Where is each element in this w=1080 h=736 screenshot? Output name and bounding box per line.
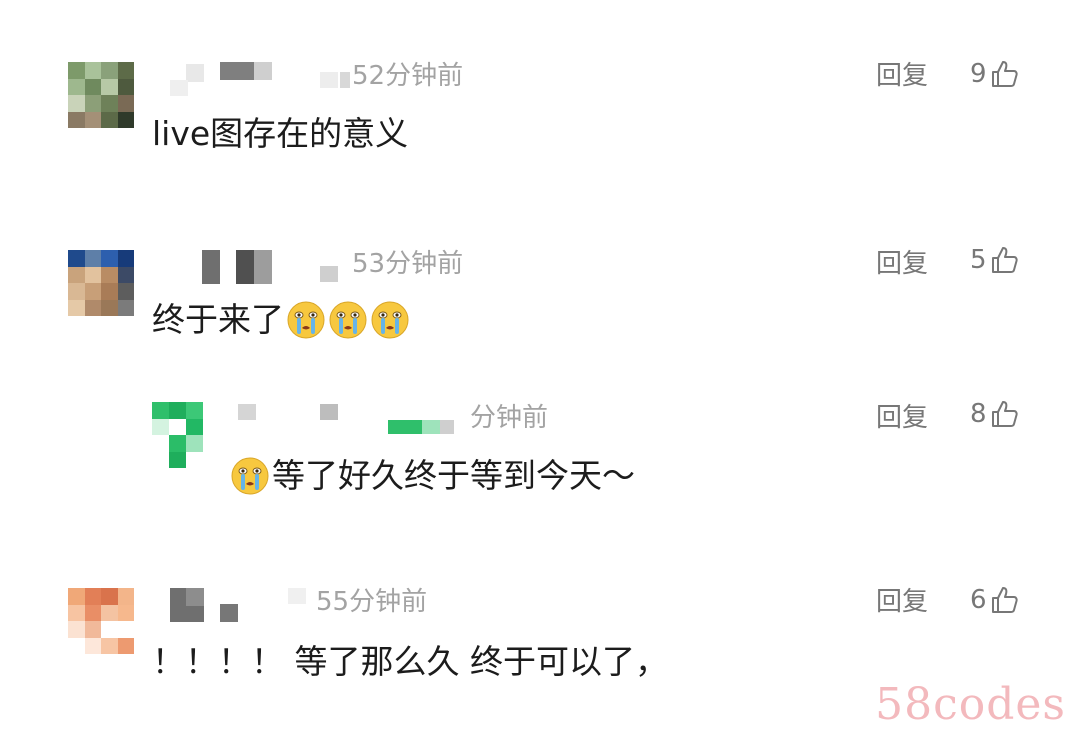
like-button[interactable]: 9 bbox=[970, 58, 1019, 90]
like-button[interactable]: 8 bbox=[970, 398, 1019, 430]
reply-button[interactable]: 回复 bbox=[876, 586, 928, 618]
username-mosaic[interactable] bbox=[150, 58, 350, 98]
loudly-crying-face-icon bbox=[231, 457, 269, 495]
comment-text: live图存在的意义 bbox=[152, 114, 409, 153]
like-count: 9 bbox=[970, 59, 987, 89]
thumbs-up-icon bbox=[991, 61, 1018, 87]
thumbs-up-icon bbox=[991, 247, 1018, 273]
reply-button[interactable]: 回复 bbox=[876, 248, 928, 280]
thumbs-up-icon bbox=[991, 401, 1018, 427]
like-count: 8 bbox=[970, 399, 987, 429]
reply-button[interactable]: 回复 bbox=[876, 60, 928, 92]
comment-text: 终于来了 bbox=[152, 300, 410, 340]
comment-text: ！！！！ 等了那么久 终于可以了， bbox=[152, 642, 668, 681]
avatar[interactable] bbox=[68, 250, 134, 316]
like-button[interactable]: 5 bbox=[970, 244, 1019, 276]
like-count: 6 bbox=[970, 585, 987, 615]
reply-button[interactable]: 回复 bbox=[876, 402, 928, 434]
username-mosaic[interactable] bbox=[150, 246, 350, 286]
avatar[interactable] bbox=[152, 402, 220, 468]
comment-time: 55分钟前 bbox=[316, 587, 428, 617]
like-button[interactable]: 6 bbox=[970, 584, 1019, 616]
watermark: 58codes bbox=[875, 679, 1066, 730]
comment-time: 52分钟前 bbox=[352, 61, 464, 91]
comment-time: 53分钟前 bbox=[352, 249, 464, 279]
like-count: 5 bbox=[970, 245, 987, 275]
loudly-crying-face-icon bbox=[287, 301, 325, 339]
username-mosaic[interactable] bbox=[234, 398, 474, 438]
thumbs-up-icon bbox=[991, 587, 1018, 613]
avatar[interactable] bbox=[68, 588, 134, 654]
comment-time: 分钟前 bbox=[470, 403, 549, 433]
comment-text: 等了好久终于等到今天～ bbox=[230, 456, 635, 496]
avatar[interactable] bbox=[68, 62, 134, 128]
loudly-crying-face-icon bbox=[329, 301, 367, 339]
loudly-crying-face-icon bbox=[371, 301, 409, 339]
